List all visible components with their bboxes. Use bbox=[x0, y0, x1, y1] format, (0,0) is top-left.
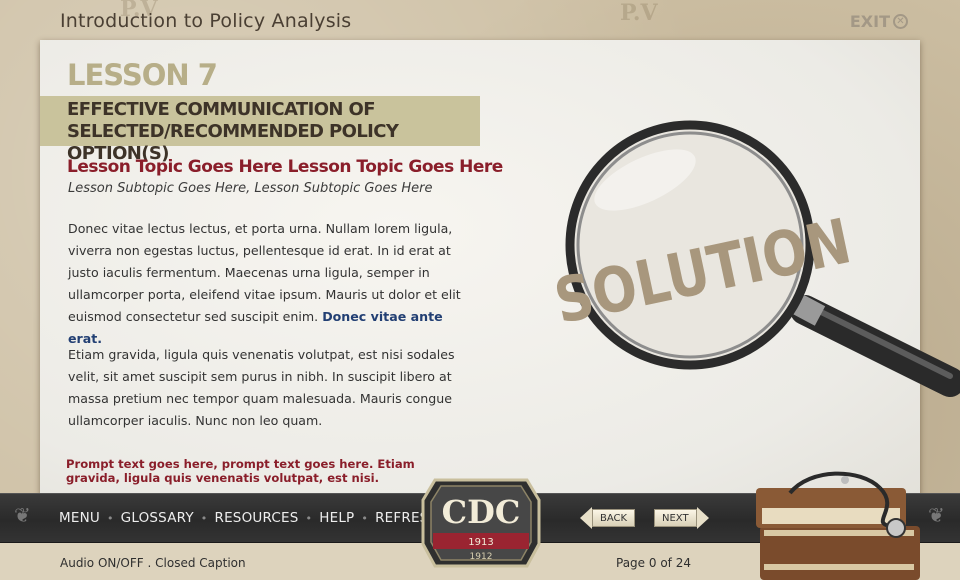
next-label: NEXT bbox=[654, 509, 697, 527]
exit-button[interactable]: EXIT ✕ bbox=[850, 12, 908, 31]
ornament-icon: ❦ bbox=[14, 505, 31, 527]
audio-toggle[interactable]: ON/OFF bbox=[98, 556, 144, 570]
next-button[interactable]: NEXT bbox=[654, 507, 709, 529]
lesson-title-line1: EFFECTIVE COMMUNICATION OF bbox=[67, 99, 376, 120]
audio-label: Audio bbox=[60, 556, 95, 570]
books-stethoscope-image bbox=[756, 471, 920, 580]
arrow-left-icon bbox=[580, 507, 592, 529]
lesson-topic: Lesson Topic Goes Here Lesson Topic Goes… bbox=[67, 157, 503, 177]
background-watermark: P.V bbox=[620, 0, 658, 26]
lesson-number: LESSON 7 bbox=[67, 58, 218, 92]
closed-caption-toggle[interactable]: Closed Caption bbox=[155, 556, 245, 570]
nav-item-resources[interactable]: RESOURCES bbox=[215, 510, 299, 526]
exit-label: EXIT bbox=[849, 12, 890, 31]
course-title: Introduction to Policy Analysis bbox=[60, 10, 352, 32]
cdc-logo: CDC 1913 1912 bbox=[421, 478, 541, 568]
prompt-text: Prompt text goes here, prompt text goes … bbox=[66, 457, 415, 485]
back-label: BACK bbox=[592, 509, 636, 527]
arrow-right-icon bbox=[696, 507, 709, 529]
nav-menu: MENU • GLOSSARY • RESOURCES • HELP • REF… bbox=[59, 510, 439, 526]
body-paragraph-1: Donec vitae lectus lectus, et porta urna… bbox=[68, 218, 468, 350]
nav-item-glossary[interactable]: GLOSSARY bbox=[121, 510, 194, 526]
cdc-logo-text: CDC bbox=[442, 493, 521, 531]
logo-year-top: 1913 bbox=[468, 537, 493, 548]
close-icon: ✕ bbox=[893, 14, 908, 29]
back-button[interactable]: BACK bbox=[580, 507, 636, 529]
magnifier-handle bbox=[784, 290, 960, 397]
magnifying-glass-image: SOLUTION bbox=[548, 120, 960, 397]
page-indicator: Page 0 of 24 bbox=[616, 556, 691, 570]
lesson-subtopic: Lesson Subtopic Goes Here, Lesson Subtop… bbox=[68, 181, 433, 196]
lesson-title-band: EFFECTIVE COMMUNICATION OF SELECTED/RECO… bbox=[40, 96, 480, 164]
logo-year-bottom: 1912 bbox=[470, 552, 493, 562]
body-paragraph-2: Etiam gravida, ligula quis venenatis vol… bbox=[68, 347, 455, 428]
audio-controls: Audio ON/OFF . Closed Caption bbox=[60, 556, 246, 570]
nav-item-help[interactable]: HELP bbox=[319, 510, 354, 526]
nav-item-menu[interactable]: MENU bbox=[59, 510, 100, 526]
